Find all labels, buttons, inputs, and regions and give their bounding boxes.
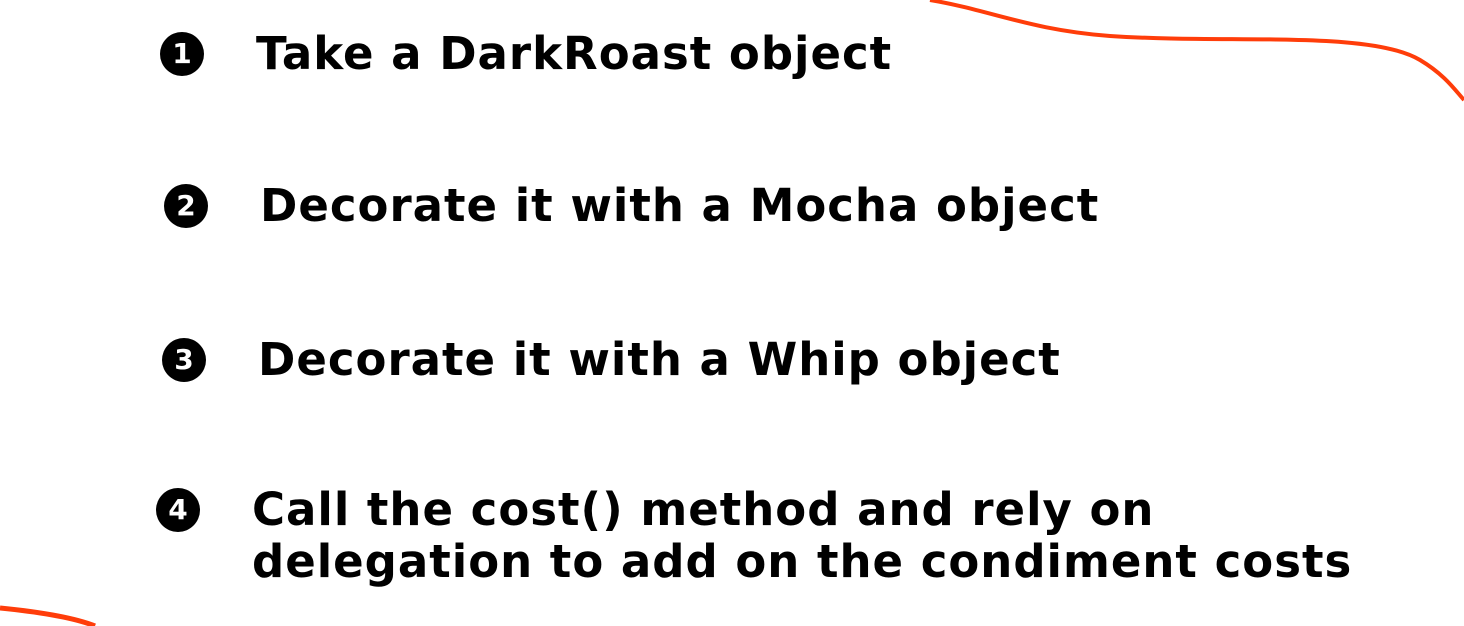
- step-text: Decorate it with a Whip object: [258, 333, 1061, 386]
- bottom-left-curve: [0, 605, 96, 626]
- step-text-line-2: delegation to add on the condiment costs: [252, 535, 1353, 588]
- step-4: 4 Call the cost() method and rely on del…: [156, 484, 1352, 588]
- step-1: 1 Take a DarkRoast object: [160, 28, 892, 80]
- step-text: Decorate it with a Mocha object: [260, 179, 1100, 232]
- step-number-badge: 1: [160, 32, 204, 76]
- top-right-curve: [929, 0, 1464, 102]
- step-text: Take a DarkRoast object: [256, 27, 893, 80]
- step-number-badge: 3: [162, 338, 206, 382]
- step-3: 3 Decorate it with a Whip object: [162, 334, 1061, 386]
- step-number-badge: 2: [164, 184, 208, 228]
- step-text-line-1: Call the cost() method and rely on: [252, 483, 1155, 536]
- step-text-block: Call the cost() method and rely on deleg…: [252, 484, 1352, 588]
- step-2: 2 Decorate it with a Mocha object: [164, 180, 1099, 232]
- step-number-badge: 4: [156, 488, 200, 532]
